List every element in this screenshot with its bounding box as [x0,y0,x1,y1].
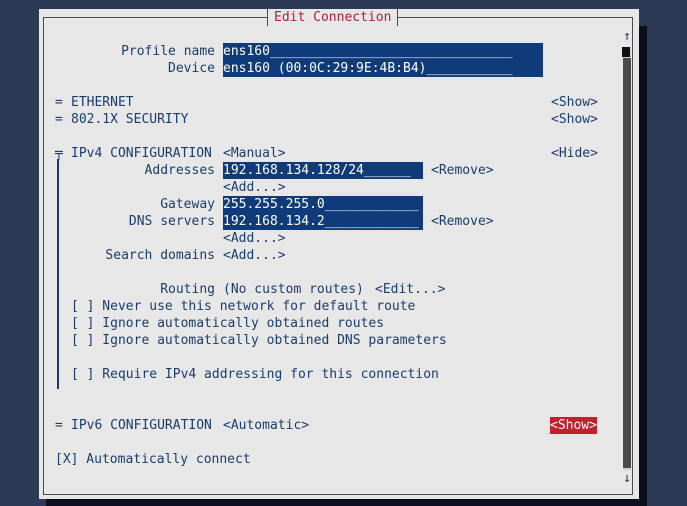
edit-connection-dialog: Edit Connection Profile name ens160_____… [39,9,639,499]
dns-add-button[interactable]: <Add...> [223,230,286,247]
ipv6-section-label: IPv6 CONFIGURATION [71,418,212,433]
dns-servers-label: DNS servers [128,214,215,229]
ipv4-hide-button[interactable]: <Hide> [551,145,598,162]
ipv6-method-dropdown[interactable]: <Automatic> [223,417,309,434]
dialog-title: Edit Connection [267,9,399,26]
security-section-label: 802.1X SECURITY [71,112,189,127]
address-remove-button[interactable]: <Remove> [431,162,494,179]
autoconnect-checkbox[interactable]: [X] Automatically connect [55,451,251,468]
scroll-up-icon[interactable]: ↑ [621,28,633,45]
scroll-down-icon[interactable]: ↓ [621,470,633,487]
ipv4-method-dropdown[interactable]: <Manual> [223,145,286,162]
security-section-icon: = [55,112,63,127]
require-ipv4-checkbox[interactable]: [ ] Require IPv4 addressing for this con… [71,366,439,383]
gateway-input[interactable]: 255.255.255.0____________ [223,196,423,213]
scrollbar-top-marker [622,47,630,57]
search-domains-label: Search domains [105,248,215,263]
address-input[interactable]: 192.168.134.128/24______ [223,162,423,179]
ignore-routes-checkbox[interactable]: [ ] Ignore automatically obtained routes [71,315,384,332]
ignore-dns-checkbox[interactable]: [ ] Ignore automatically obtained DNS pa… [71,332,447,349]
ipv6-section-icon: = [55,418,63,433]
ethernet-section-icon: = [55,95,63,110]
ethernet-section-label: ETHERNET [71,95,134,110]
routing-value: (No custom routes) [223,282,364,297]
routing-edit-button[interactable]: <Edit...> [375,281,445,298]
device-label: Device [168,61,215,76]
gateway-label: Gateway [160,197,215,212]
dns-server-input[interactable]: 192.168.134.2____________ [223,213,423,230]
addresses-label: Addresses [144,163,215,178]
address-add-button[interactable]: <Add...> [223,179,286,196]
security-show-button[interactable]: <Show> [551,111,598,128]
ipv4-section-label: IPv4 CONFIGURATION [71,146,212,161]
search-domains-add-button[interactable]: <Add...> [223,247,286,264]
ethernet-show-button[interactable]: <Show> [551,94,598,111]
device-input[interactable]: ens160 (00:0C:29:9E:4B:B4)___________ [223,60,543,77]
profile-name-input[interactable]: ens160_______________________________ [223,43,543,60]
scrollbar-thumb[interactable] [623,58,631,468]
dns-remove-button[interactable]: <Remove> [431,213,494,230]
routing-label: Routing [160,282,215,297]
profile-name-label: Profile name [121,44,215,59]
ipv6-show-button[interactable]: <Show> [550,417,597,434]
ipv4-section-bracket [57,159,59,389]
never-default-route-checkbox[interactable]: [ ] Never use this network for default r… [71,298,415,315]
